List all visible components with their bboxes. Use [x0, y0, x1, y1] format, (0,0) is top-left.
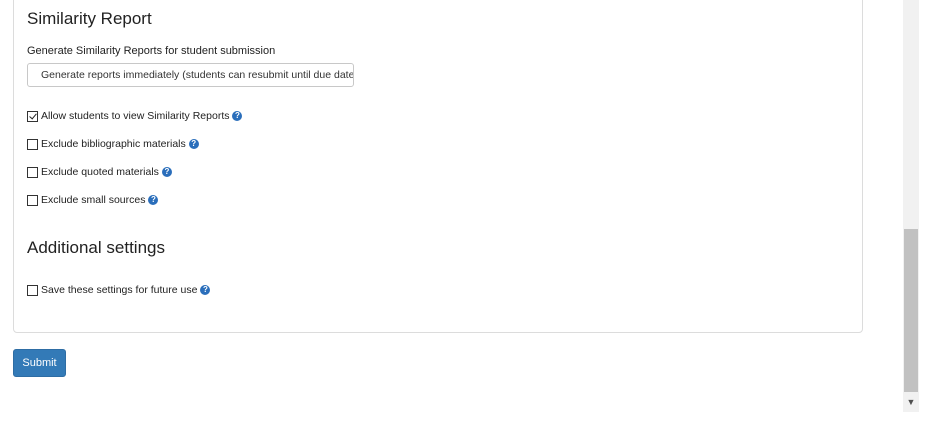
exclude-small-sources-option[interactable]: Exclude small sources ? — [27, 193, 159, 207]
similarity-report-heading: Similarity Report — [27, 9, 152, 28]
allow-view-reports-label: Allow students to view Similarity Report… — [41, 110, 230, 122]
generate-reports-select[interactable]: Generate reports immediately (students c… — [27, 63, 354, 87]
exclude-bibliographic-option[interactable]: Exclude bibliographic materials ? — [27, 137, 199, 151]
exclude-quoted-label: Exclude quoted materials — [41, 166, 159, 178]
page: Similarity Report Generate Similarity Re… — [0, 0, 932, 422]
exclude-quoted-option[interactable]: Exclude quoted materials ? — [27, 165, 172, 179]
scrollbar-thumb[interactable] — [904, 229, 918, 392]
generate-reports-label: Generate Similarity Reports for student … — [27, 45, 276, 57]
question-circle-icon[interactable]: ? — [200, 285, 211, 295]
exclude-small-sources-checkbox[interactable] — [27, 194, 38, 206]
submit-button[interactable]: Submit — [13, 349, 66, 377]
question-circle-icon[interactable]: ? — [161, 167, 172, 177]
question-circle-icon[interactable]: ? — [148, 195, 159, 205]
vertical-scrollbar[interactable]: ▼ — [903, 0, 919, 412]
question-circle-icon[interactable]: ? — [188, 139, 199, 149]
exclude-quoted-checkbox[interactable] — [27, 166, 38, 178]
save-settings-checkbox[interactable] — [27, 284, 38, 296]
scroll-down-arrow-icon[interactable]: ▼ — [903, 394, 919, 410]
save-settings-label: Save these settings for future use — [41, 284, 198, 296]
exclude-bibliographic-label: Exclude bibliographic materials — [41, 138, 186, 150]
allow-view-reports-option[interactable]: Allow students to view Similarity Report… — [27, 109, 243, 123]
additional-settings-heading: Additional settings — [27, 238, 165, 257]
save-settings-option[interactable]: Save these settings for future use ? — [27, 283, 211, 297]
exclude-small-sources-label: Exclude small sources — [41, 194, 146, 206]
settings-panel: Similarity Report Generate Similarity Re… — [13, 0, 863, 333]
question-circle-icon[interactable]: ? — [232, 111, 243, 121]
exclude-bibliographic-checkbox[interactable] — [27, 138, 38, 150]
allow-view-reports-checkbox[interactable] — [27, 110, 38, 122]
